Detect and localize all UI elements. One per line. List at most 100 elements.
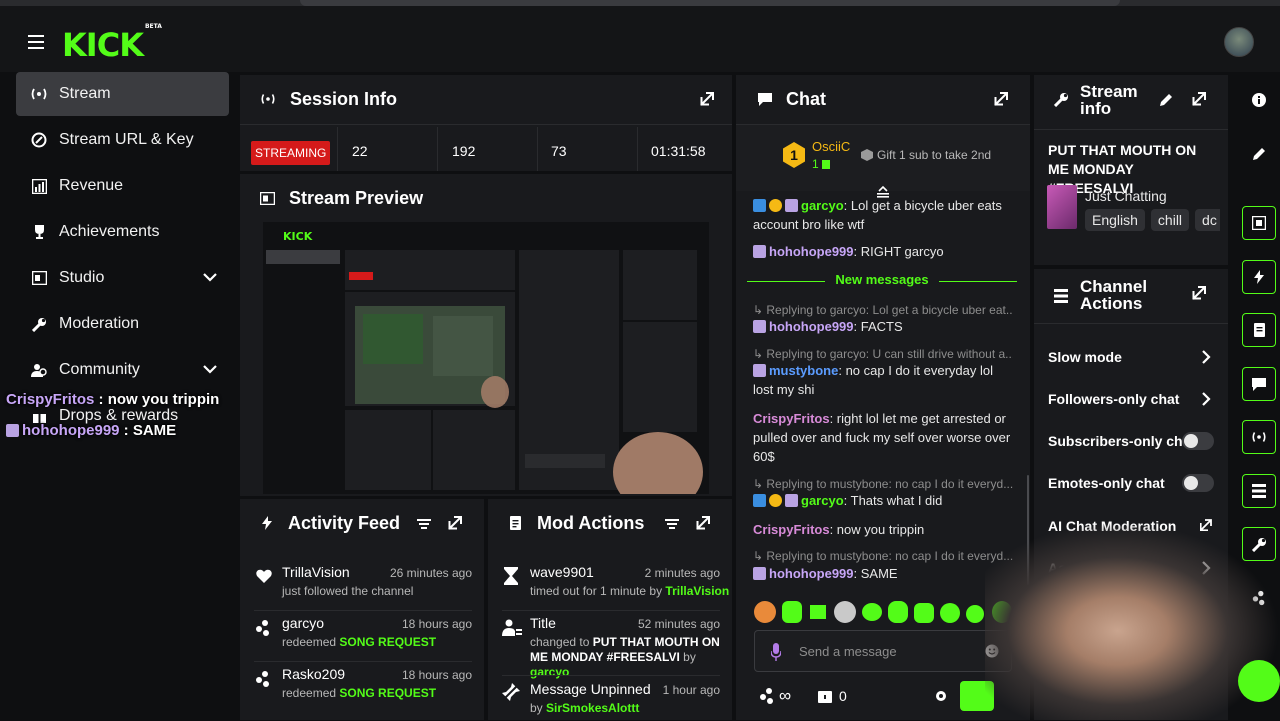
- new-messages-label: New messages: [835, 272, 929, 287]
- category-thumbnail[interactable]: [1047, 185, 1077, 229]
- chat-username[interactable]: garcyo: [801, 493, 844, 508]
- popout-icon[interactable]: [700, 92, 714, 111]
- chat-bubble-icon[interactable]: [1242, 367, 1276, 401]
- emote-icon[interactable]: [888, 601, 908, 623]
- filter-icon[interactable]: [417, 517, 431, 535]
- treasure-icon[interactable]: [818, 689, 832, 706]
- sidebar-item-revenue[interactable]: Revenue: [16, 164, 229, 208]
- tag-chip[interactable]: chill: [1150, 209, 1190, 231]
- popout-icon[interactable]: [994, 92, 1008, 111]
- reply-context[interactable]: ↳ Replying to mustybone: no cap I do it …: [753, 549, 1013, 563]
- redeem-icon: [254, 619, 272, 642]
- sub-badge-icon: [753, 567, 766, 580]
- user-avatar[interactable]: [1224, 27, 1254, 57]
- session-info-toggle-icon[interactable]: [1242, 206, 1276, 240]
- broadcast-icon[interactable]: [1242, 420, 1276, 454]
- activity-username[interactable]: Rasko209: [282, 666, 345, 682]
- chat-username[interactable]: garcyo: [801, 198, 844, 213]
- floating-action-button[interactable]: [1238, 660, 1280, 702]
- emote-icon[interactable]: [810, 605, 826, 619]
- sidebar-item-stream-url-key[interactable]: Stream URL & Key: [16, 118, 229, 162]
- chat-username[interactable]: hohohope999: [769, 319, 854, 334]
- new-messages-divider[interactable]: New messages: [747, 272, 1017, 291]
- sidebar-item-label: Moderation: [59, 315, 140, 332]
- tag-chip[interactable]: English: [1085, 209, 1145, 231]
- chevron-right-icon[interactable]: [1202, 392, 1211, 411]
- reply-context[interactable]: ↳ Replying to garcyo: U can still drive …: [753, 347, 1013, 361]
- gift-prompt[interactable]: Gift 1 sub to take 2nd: [861, 148, 991, 162]
- tag-chip[interactable]: dc: [1195, 209, 1220, 231]
- chevron-down-icon[interactable]: [203, 269, 217, 287]
- overlay-chat-line: hohohope999 : SAME: [6, 423, 219, 438]
- stream-preview-video[interactable]: KICK: [263, 222, 709, 494]
- emote-icon[interactable]: [862, 603, 882, 621]
- sidebar-item-achievements[interactable]: Achievements: [16, 210, 229, 254]
- chat-message: CrispyFritos: now you trippin: [753, 520, 1011, 539]
- chat-username[interactable]: CrispyFritos: [753, 411, 830, 426]
- gifter-badge-icon: [769, 199, 782, 212]
- chat-username[interactable]: mustybone: [769, 363, 838, 378]
- followers-only-row[interactable]: Followers-only chat: [1048, 391, 1214, 407]
- activity-username[interactable]: garcyo: [282, 615, 324, 631]
- chat-username[interactable]: hohohope999: [769, 566, 854, 581]
- popout-icon[interactable]: [696, 516, 710, 535]
- kick-logo[interactable]: KICK BETA: [62, 23, 162, 64]
- chat-username[interactable]: CrispyFritos: [753, 522, 830, 537]
- mod-action-target[interactable]: wave9901: [530, 564, 594, 580]
- popout-icon[interactable]: [448, 516, 462, 535]
- reply-context[interactable]: ↳ Replying to garcyo: Lol get a bicycle …: [753, 303, 1013, 317]
- chat-text: : Thats what I did: [843, 493, 943, 508]
- category-name[interactable]: Just Chatting: [1085, 188, 1167, 204]
- emote-icon[interactable]: [834, 601, 856, 623]
- overlay-chat-line: CrispyFritos : now you trippin: [6, 392, 219, 407]
- reply-icon: ↳: [753, 303, 767, 317]
- document-icon: [510, 516, 521, 530]
- emote-icon[interactable]: [782, 601, 802, 623]
- moderator-name[interactable]: SirSmokesAlottt: [546, 701, 639, 715]
- chat-message: hohohope999: SAME: [753, 564, 1011, 583]
- emote-icon[interactable]: [914, 603, 934, 623]
- reply-context[interactable]: ↳ Replying to mustybone: no cap I do it …: [753, 477, 1013, 491]
- channel-actions-icon[interactable]: [1242, 474, 1276, 508]
- lightning-icon[interactable]: [1242, 260, 1276, 294]
- emote-icon[interactable]: [966, 605, 984, 623]
- subscribers-only-toggle[interactable]: [1182, 432, 1214, 450]
- moderator-name[interactable]: TrillaVision: [665, 584, 729, 598]
- emote-icon[interactable]: [940, 603, 960, 623]
- reply-text: Replying to mustybone: no cap I do it ev…: [766, 477, 1013, 491]
- edit-pencil-icon[interactable]: [1242, 136, 1276, 170]
- chat-username[interactable]: hohohope999: [769, 244, 854, 259]
- activity-item: garcyo 18 hours ago redeemed SONG REQUES…: [254, 615, 472, 657]
- emotes-only-toggle[interactable]: [1182, 474, 1214, 492]
- sidebar-item-studio[interactable]: Studio: [16, 256, 229, 300]
- session-info-panel: Session Info STREAMING 22 192 73 01:31:5…: [240, 75, 732, 171]
- channel-points-icon[interactable]: [758, 687, 776, 708]
- overlay-username: hohohope999: [22, 422, 120, 439]
- wrench-icon: [28, 317, 50, 332]
- settings-gear-icon[interactable]: [934, 689, 948, 706]
- chat-input-box[interactable]: Send a message: [754, 630, 1012, 672]
- link-icon: [28, 132, 50, 148]
- popout-icon[interactable]: [1192, 92, 1206, 111]
- mod-action-time: 52 minutes ago: [637, 617, 720, 631]
- activity-username[interactable]: TrillaVision: [282, 564, 350, 580]
- moderator-name[interactable]: garcyo: [530, 665, 569, 679]
- document-icon[interactable]: [1242, 313, 1276, 347]
- hamburger-menu-icon[interactable]: [26, 32, 48, 52]
- chevron-right-icon[interactable]: [1202, 350, 1211, 369]
- activity-action: redeemed: [282, 635, 340, 649]
- chat-input-placeholder[interactable]: Send a message: [799, 644, 897, 659]
- info-icon[interactable]: [1242, 83, 1276, 117]
- filter-icon[interactable]: [665, 517, 679, 535]
- sidebar-item-stream[interactable]: Stream: [16, 72, 229, 116]
- sidebar-item-moderation[interactable]: Moderation: [16, 302, 229, 346]
- emote-icon[interactable]: [754, 601, 776, 623]
- microphone-icon[interactable]: [770, 643, 782, 666]
- lightning-icon: [262, 516, 272, 530]
- sidebar-item-community[interactable]: Community: [16, 348, 229, 392]
- slow-mode-row[interactable]: Slow mode: [1048, 349, 1214, 365]
- chevron-down-icon[interactable]: [203, 361, 217, 379]
- edit-pencil-icon[interactable]: [1160, 93, 1173, 111]
- top-gifter-name[interactable]: OsciiC: [812, 139, 850, 154]
- popout-icon[interactable]: [1192, 286, 1206, 305]
